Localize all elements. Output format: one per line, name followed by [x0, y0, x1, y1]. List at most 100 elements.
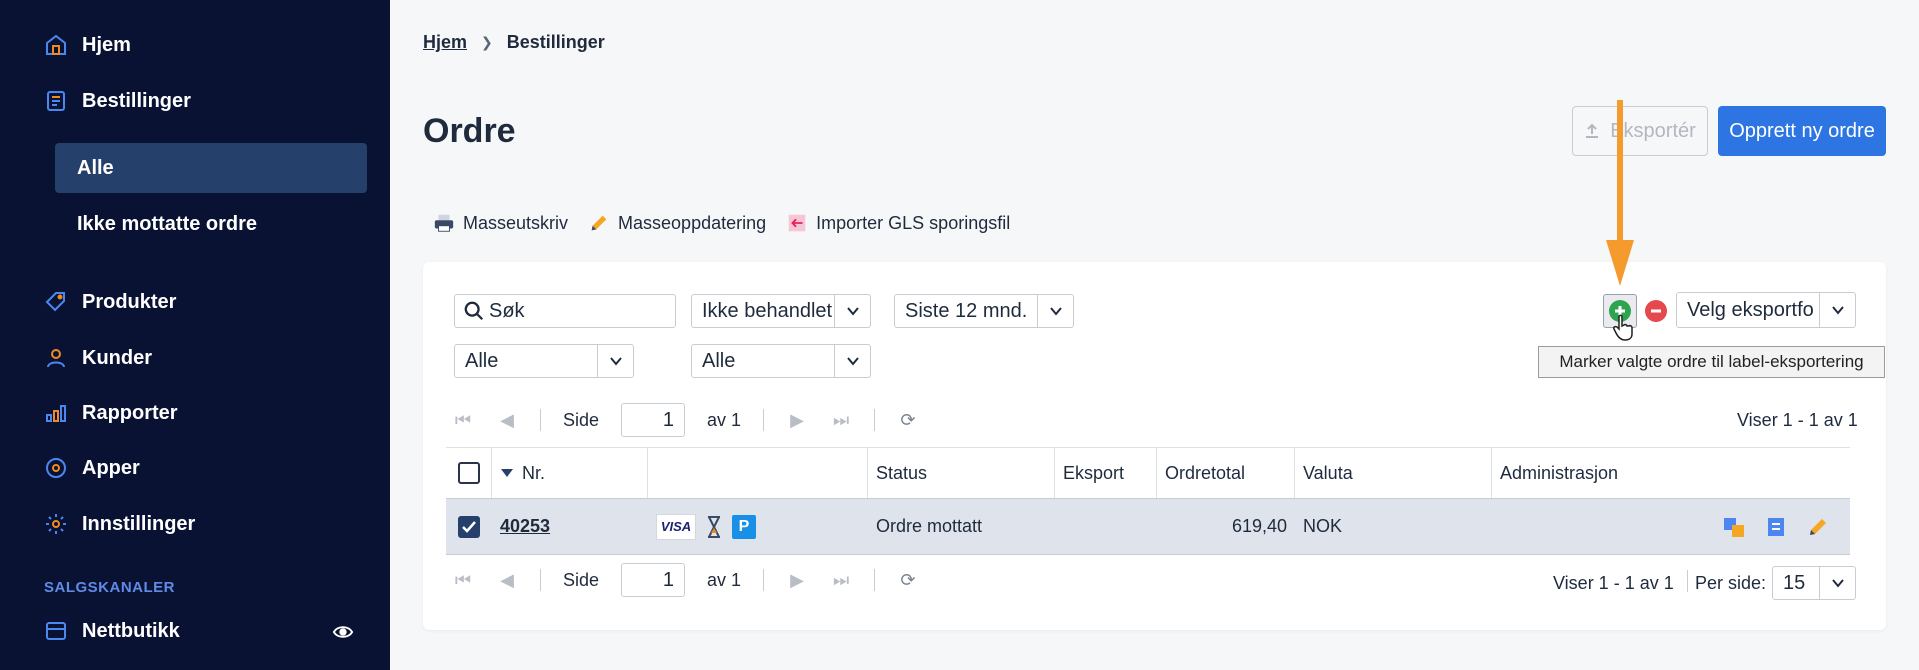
sidebar-item-label: Apper — [82, 456, 140, 479]
pager-bottom: ⏮ ◀ Side 1 av 1 ▶ ⏭ ⟳ — [452, 562, 919, 598]
page-label: Side — [563, 569, 600, 590]
packages-icon[interactable] — [1722, 515, 1746, 539]
export-format-select[interactable]: Velg eksportfo — [1676, 292, 1856, 328]
header-payment — [648, 448, 868, 498]
header-ordretotal[interactable]: Ordretotal — [1157, 448, 1295, 498]
status-select[interactable]: Ikke behandlet — [691, 294, 871, 328]
sidebar-subitem-label: Alle — [77, 156, 114, 179]
hourglass-icon — [708, 515, 720, 538]
pencil-icon — [591, 215, 607, 231]
per-page-select[interactable]: 15 — [1772, 566, 1856, 600]
export-button[interactable]: Eksportér — [1572, 106, 1708, 156]
per-page-label: Per side: — [1695, 573, 1767, 593]
status-select-value: Ikke behandlet — [702, 299, 833, 322]
chevron-down-icon — [597, 345, 633, 377]
row-payment-cell: VISA P — [648, 499, 868, 554]
eye-icon[interactable] — [332, 621, 354, 643]
check-icon — [462, 520, 476, 533]
last-page-icon[interactable]: ⏭ — [830, 569, 852, 591]
prev-page-icon[interactable]: ◀ — [496, 569, 518, 591]
page-label: Side — [563, 409, 600, 430]
bar-chart-icon — [44, 401, 68, 425]
section-label-salgskanaler: SALGSKANALER — [44, 579, 176, 596]
header-eksport[interactable]: Eksport — [1055, 448, 1157, 498]
header-status[interactable]: Status — [868, 448, 1055, 498]
import-gls-label: Importer GLS sporingsfil — [816, 212, 1011, 233]
prev-page-icon[interactable]: ◀ — [496, 409, 518, 431]
chevron-down-icon — [1819, 567, 1855, 599]
first-page-icon[interactable]: ⏮ — [452, 569, 474, 591]
results-count-top: Viser 1 - 1 av 1 — [1737, 410, 1858, 430]
sidebar-item-label: Rapporter — [82, 401, 178, 424]
chevron-right-icon: ❯ — [481, 34, 493, 50]
table-row[interactable]: 40253 VISA P Ordre mottatt 619,40 NOK — [446, 499, 1850, 555]
row-nr-cell: 40253 — [492, 499, 648, 554]
next-page-icon[interactable]: ▶ — [786, 569, 808, 591]
tag-icon — [44, 290, 68, 314]
page-title: Ordre — [423, 112, 516, 150]
store-icon — [44, 619, 68, 643]
sidebar-item-nettbutikk[interactable]: Nettbutikk — [44, 611, 180, 651]
order-number-link[interactable]: 40253 — [500, 516, 550, 537]
sidebar-item-label: Nettbutikk — [82, 619, 180, 642]
gear-icon — [44, 512, 68, 536]
sidebar-subitem-alle[interactable]: Alle — [55, 143, 367, 193]
search-value: Søk — [489, 299, 525, 322]
sidebar-item-innstillinger[interactable]: Innstillinger — [44, 504, 195, 544]
home-icon — [44, 33, 68, 57]
chevron-down-icon — [1819, 293, 1855, 327]
refresh-icon[interactable]: ⟳ — [897, 569, 919, 591]
user-icon — [44, 346, 68, 370]
page-input[interactable]: 1 — [621, 403, 686, 437]
mass-print-label: Masseutskriv — [463, 212, 569, 233]
export-format-value: Velg eksportfo — [1687, 298, 1814, 321]
sidebar-item-label: Bestillinger — [82, 89, 191, 112]
sidebar-subitem-ikke-mottatte[interactable]: Ikke mottatte ordre — [55, 199, 367, 249]
filter-a-select[interactable]: Alle — [454, 344, 634, 378]
hand-cursor-icon — [1613, 314, 1633, 341]
select-all-cell — [446, 448, 492, 498]
mass-print-button[interactable]: Masseutskriv — [433, 212, 568, 234]
refresh-icon[interactable]: ⟳ — [897, 409, 919, 431]
remove-label-export-button[interactable] — [1645, 300, 1667, 322]
document-icon[interactable] — [1764, 515, 1788, 539]
select-all-checkbox[interactable] — [457, 462, 480, 484]
sidebar-item-bestillinger[interactable]: Bestillinger — [44, 81, 191, 121]
sidebar-item-hjem[interactable]: Hjem — [44, 25, 131, 65]
edit-pencil-icon[interactable] — [1806, 515, 1830, 539]
new-order-button[interactable]: Opprett ny ordre — [1718, 106, 1886, 156]
annotation-arrow-icon — [1606, 100, 1634, 286]
tooltip: Marker valgte ordre til label-eksporteri… — [1538, 346, 1885, 378]
header-administrasjon: Administrasjon — [1500, 462, 1619, 483]
import-gls-button[interactable]: Importer GLS sporingsfil — [786, 212, 1010, 234]
sidebar-item-produkter[interactable]: Produkter — [44, 282, 176, 322]
sidebar: Hjem Bestillinger Alle Ikke mottatte ord… — [0, 0, 390, 670]
sort-desc-icon — [501, 469, 513, 477]
sidebar-item-label: Hjem — [82, 33, 131, 56]
apps-icon — [44, 456, 68, 480]
filter-b-value: Alle — [702, 349, 736, 372]
search-input[interactable]: Søk — [454, 294, 676, 328]
mass-update-button[interactable]: Masseoppdatering — [588, 212, 766, 234]
sidebar-item-kunder[interactable]: Kunder — [44, 338, 152, 378]
sidebar-item-rapporter[interactable]: Rapporter — [44, 393, 178, 433]
first-page-icon[interactable]: ⏮ — [452, 409, 474, 431]
page-input[interactable]: 1 — [621, 563, 686, 597]
header-valuta[interactable]: Valuta — [1295, 448, 1492, 498]
page-of-label: av 1 — [707, 409, 742, 430]
next-page-icon[interactable]: ▶ — [786, 409, 808, 431]
visa-icon: VISA — [656, 513, 696, 540]
last-page-icon[interactable]: ⏭ — [830, 409, 852, 431]
header-nr[interactable]: Nr. — [492, 448, 648, 498]
chevron-down-icon — [834, 345, 870, 377]
sidebar-item-apper[interactable]: Apper — [44, 448, 140, 488]
breadcrumb-home-link[interactable]: Hjem — [423, 32, 467, 53]
filter-b-select[interactable]: Alle — [691, 344, 871, 378]
chevron-down-icon — [1037, 295, 1073, 327]
mass-toolbar: Masseutskriv Masseoppdatering Importer G… — [433, 212, 1010, 234]
row-checkbox[interactable] — [458, 515, 480, 538]
breadcrumb: Hjem ❯ Bestillinger — [423, 32, 605, 53]
period-select[interactable]: Siste 12 mnd. — [894, 294, 1074, 328]
mass-update-label: Masseoppdatering — [618, 212, 767, 233]
sidebar-item-label: Innstillinger — [82, 512, 196, 535]
